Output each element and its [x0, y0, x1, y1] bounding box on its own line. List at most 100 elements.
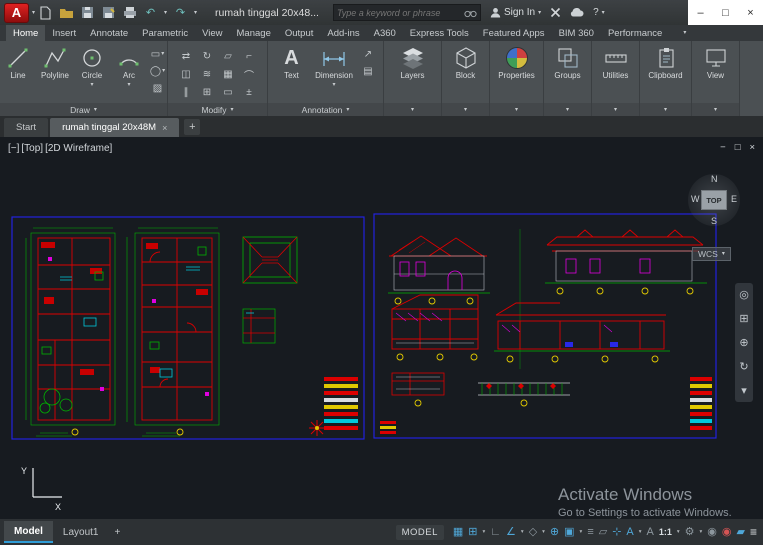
circle-button[interactable]: Circle ▾: [75, 43, 110, 88]
erase-icon[interactable]: ⌐: [246, 51, 252, 62]
transparency-icon[interactable]: ▱: [599, 526, 607, 538]
trim-icon[interactable]: ▱: [224, 51, 232, 62]
rectangle-icon[interactable]: ▭ ▾: [149, 47, 167, 61]
annotation-visibility-icon[interactable]: A: [626, 526, 633, 538]
customization-menu-icon[interactable]: ≡: [750, 526, 757, 538]
leader-icon[interactable]: ↗: [359, 47, 377, 61]
utilities-panel-footer[interactable]: ▾: [592, 103, 639, 116]
caret-down-icon[interactable]: ▾: [700, 529, 703, 535]
object-snap-tracking-icon[interactable]: ⊕: [550, 526, 559, 538]
tab-express-tools[interactable]: Express Tools: [403, 25, 476, 41]
redo-icon[interactable]: ↷: [173, 5, 188, 20]
viewcube-east[interactable]: E: [731, 194, 737, 204]
block-panel-footer[interactable]: ▾: [442, 103, 489, 116]
lineweight-icon[interactable]: ≡: [587, 526, 593, 538]
tab-insert[interactable]: Insert: [45, 25, 83, 41]
caret-down-icon[interactable]: ▾: [521, 529, 524, 535]
annotation-monitor-icon[interactable]: ◉: [707, 526, 717, 538]
qat-customize-caret-icon[interactable]: ▾: [194, 10, 197, 16]
tab-bim-360[interactable]: BIM 360: [552, 25, 601, 41]
caret-down-icon[interactable]: ▾: [677, 529, 680, 535]
ortho-icon[interactable]: ∟: [490, 526, 501, 538]
rotate-icon[interactable]: ↻: [203, 51, 211, 62]
ribbon-collapse-button[interactable]: ▾: [677, 25, 692, 41]
snap-icon[interactable]: ⊞: [468, 526, 477, 538]
block-button[interactable]: Block: [444, 43, 488, 81]
groups-button[interactable]: Groups: [546, 43, 590, 81]
table-icon[interactable]: ▤: [359, 64, 377, 78]
tab-performance[interactable]: Performance: [601, 25, 669, 41]
tab-a360[interactable]: A360: [367, 25, 403, 41]
drawing-content[interactable]: Y X: [0, 137, 763, 519]
connect-icon[interactable]: [570, 8, 584, 17]
isolate-objects-icon[interactable]: ◉: [722, 526, 732, 538]
doc-close-icon[interactable]: ×: [749, 142, 755, 153]
tab-home[interactable]: Home: [6, 25, 46, 41]
viewcube-west[interactable]: W: [691, 194, 700, 204]
copy-icon[interactable]: ◫: [181, 69, 190, 80]
search-input[interactable]: [336, 7, 464, 18]
drawing-tab[interactable]: rumah tinggal 20x48M ×: [50, 118, 180, 137]
grid-icon[interactable]: ▦: [453, 526, 463, 538]
explode-icon[interactable]: ⊞: [203, 87, 211, 98]
view-button[interactable]: View: [694, 43, 738, 81]
help-button[interactable]: ? ▾: [593, 7, 605, 18]
view-panel-footer[interactable]: ▾: [692, 103, 739, 116]
viewport-visual-style-control[interactable]: [2D Wireframe]: [45, 143, 112, 154]
maximize-button[interactable]: □: [713, 0, 738, 25]
plot-icon[interactable]: [122, 5, 137, 20]
object-snap-icon[interactable]: ▣: [564, 526, 574, 538]
clipboard-panel-footer[interactable]: ▾: [640, 103, 691, 116]
array-icon[interactable]: ▦: [223, 69, 232, 80]
layout1-tab[interactable]: Layout1: [53, 521, 109, 543]
exchange-apps-icon[interactable]: [550, 7, 561, 18]
viewcube-north[interactable]: N: [711, 174, 718, 184]
binoculars-search-icon[interactable]: [464, 8, 477, 18]
workspace-gear-icon[interactable]: ⚙: [685, 526, 695, 538]
tab-parametric[interactable]: Parametric: [135, 25, 195, 41]
tab-manage[interactable]: Manage: [230, 25, 278, 41]
polyline-button[interactable]: Polyline: [38, 43, 73, 81]
undo-icon[interactable]: ↶: [143, 5, 158, 20]
dimension-button[interactable]: Dimension ▾: [311, 43, 357, 88]
app-menu-caret-icon[interactable]: ▾: [32, 10, 35, 16]
orbit-icon[interactable]: ↻: [739, 360, 748, 373]
polar-tracking-icon[interactable]: ∠: [506, 526, 516, 538]
close-tab-icon[interactable]: ×: [162, 123, 167, 133]
line-button[interactable]: Line: [1, 43, 36, 81]
wcs-dropdown[interactable]: WCS ▾: [692, 247, 731, 261]
caret-down-icon[interactable]: ▾: [483, 529, 486, 535]
tab-output[interactable]: Output: [278, 25, 321, 41]
stretch-icon[interactable]: ▭: [223, 87, 232, 98]
new-drawing-button[interactable]: +: [184, 119, 201, 135]
properties-panel-footer[interactable]: ▾: [490, 103, 543, 116]
isometric-drafting-icon[interactable]: ◇: [529, 526, 537, 538]
annotation-autoscale-icon[interactable]: A: [647, 526, 654, 538]
caret-down-icon[interactable]: ▾: [542, 529, 545, 535]
save-as-icon[interactable]: [101, 5, 116, 20]
doc-restore-icon[interactable]: □: [735, 142, 741, 153]
scale-icon[interactable]: ±: [246, 87, 252, 98]
graphics-performance-icon[interactable]: ▰: [737, 526, 745, 538]
tab-annotate[interactable]: Annotate: [83, 25, 135, 41]
groups-panel-footer[interactable]: ▾: [544, 103, 591, 116]
zoom-icon[interactable]: ⊕: [739, 336, 748, 349]
doc-minimize-icon[interactable]: −: [720, 142, 726, 153]
caret-down-icon[interactable]: ▾: [639, 529, 642, 535]
layers-button[interactable]: Layers: [387, 43, 439, 81]
viewcube-south[interactable]: S: [711, 216, 717, 226]
draw-panel-footer[interactable]: Draw ▾: [0, 103, 167, 116]
tab-view[interactable]: View: [195, 25, 229, 41]
tab-featured-apps[interactable]: Featured Apps: [476, 25, 552, 41]
fillet-icon[interactable]: ⌒: [244, 67, 254, 82]
tab-add-ins[interactable]: Add-ins: [320, 25, 366, 41]
viewport-minimize-control[interactable]: [−]: [8, 143, 19, 154]
undo-caret-icon[interactable]: ▾: [164, 10, 167, 16]
dynamic-input-icon[interactable]: ⊹: [612, 526, 621, 538]
open-file-icon[interactable]: [59, 5, 74, 20]
offset-icon[interactable]: ∥: [184, 87, 189, 98]
new-layout-button[interactable]: +: [108, 521, 126, 543]
hatch-icon[interactable]: ▨: [149, 81, 167, 95]
model-tab[interactable]: Model: [4, 521, 53, 543]
pan-icon[interactable]: ⊞: [739, 312, 748, 325]
